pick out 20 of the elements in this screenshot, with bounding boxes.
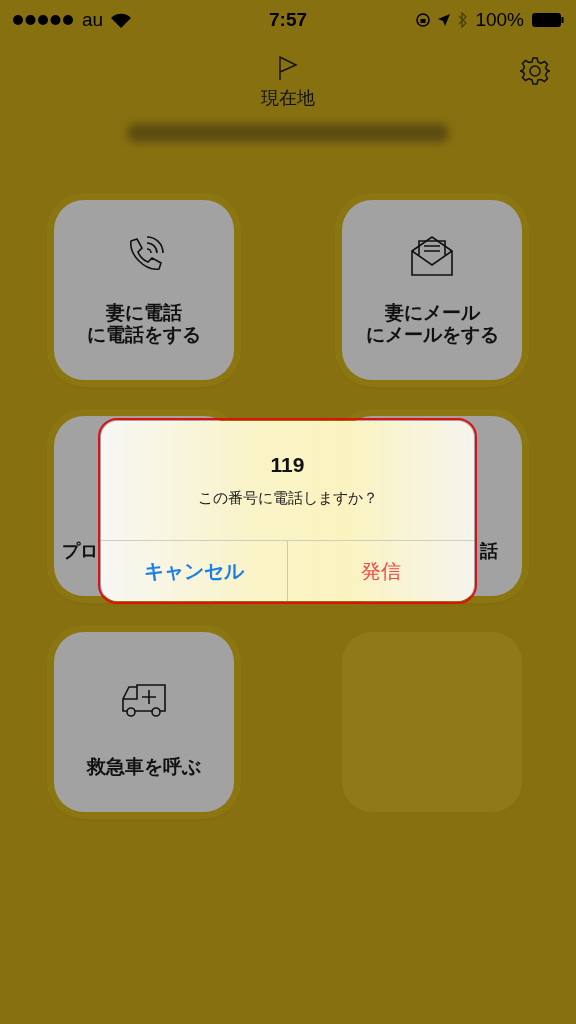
dialog-title: 119 [270,453,305,477]
settings-icon[interactable] [520,56,550,86]
tile-label: 妻にメール にメールをする [365,302,499,346]
battery-icon [532,13,564,27]
status-time: 7:57 [269,9,307,31]
wifi-icon [111,12,132,28]
rotation-lock-icon [416,13,431,27]
location-arrow-icon [438,14,451,26]
tile-label: プロ [62,541,98,562]
carrier-name: au [82,9,104,31]
dialog-message: この番号に電話しますか？ [197,489,378,508]
tile-label: 救急車を呼ぶ [87,756,201,778]
tile-label: 話 [480,541,498,562]
flag-icon [278,56,298,80]
tile-label: 妻に電話 に電話をする [87,302,201,346]
signal-icon [12,14,74,26]
battery-percent: 100% [475,9,524,31]
location-title: 現在地 [261,86,315,110]
cancel-button[interactable]: キャンセル [101,541,287,601]
bluetooth-icon [458,12,468,28]
